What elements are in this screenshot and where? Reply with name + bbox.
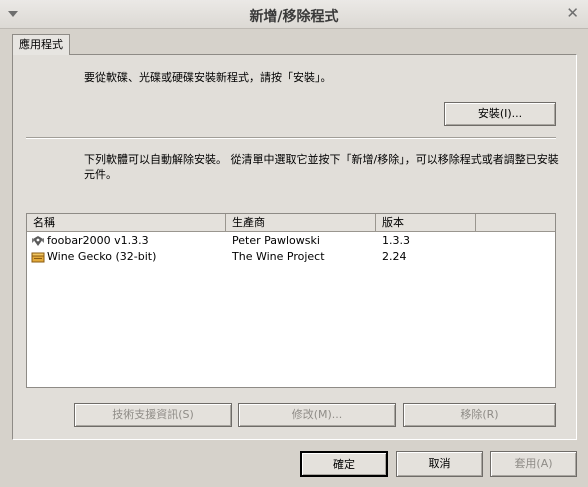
ok-button[interactable]: 確定	[300, 451, 388, 477]
package-icon	[31, 250, 45, 264]
support-info-button[interactable]: 技術支援資訊(S)	[74, 403, 232, 427]
tab-applications[interactable]: 應用程式	[12, 34, 70, 55]
program-publisher: The Wine Project	[232, 250, 325, 263]
program-publisher: Peter Pawlowski	[232, 234, 320, 247]
program-list[interactable]: 名稱 生產商 版本 foobar2000 v1.3.3 Peter Pawlow…	[26, 213, 556, 388]
program-name: foobar2000 v1.3.3	[47, 234, 149, 247]
list-item[interactable]: Wine Gecko (32-bit) The Wine Project 2.2…	[29, 249, 555, 265]
program-name: Wine Gecko (32-bit)	[47, 250, 157, 263]
modify-button[interactable]: 修改(M)...	[238, 403, 396, 427]
foobar-icon	[31, 234, 45, 248]
remove-instruction: 下列軟體可以自動解除安裝。 從清單中選取它並按下「新增/移除」，可以移除程式或者…	[84, 153, 559, 181]
column-header-publisher[interactable]: 生產商	[226, 214, 376, 232]
separator	[26, 137, 556, 139]
list-item[interactable]: foobar2000 v1.3.3 Peter Pawlowski 1.3.3	[29, 233, 555, 249]
apply-button[interactable]: 套用(A)	[490, 451, 577, 477]
column-header-name[interactable]: 名稱	[27, 214, 226, 232]
install-button[interactable]: 安裝(I)...	[444, 102, 556, 126]
remove-button[interactable]: 移除(R)	[403, 403, 556, 427]
column-header-empty	[476, 214, 555, 232]
close-icon[interactable]: ✕	[566, 4, 579, 22]
title-bar[interactable]: 新增/移除程式 ✕	[0, 0, 588, 29]
cancel-button[interactable]: 取消	[396, 451, 483, 477]
program-version: 2.24	[382, 250, 407, 263]
column-header-version[interactable]: 版本	[376, 214, 476, 232]
window-title: 新增/移除程式	[249, 9, 339, 25]
install-instruction: 要從軟碟、光碟或硬碟安裝新程式，請按「安裝」。	[84, 71, 332, 84]
program-version: 1.3.3	[382, 234, 410, 247]
